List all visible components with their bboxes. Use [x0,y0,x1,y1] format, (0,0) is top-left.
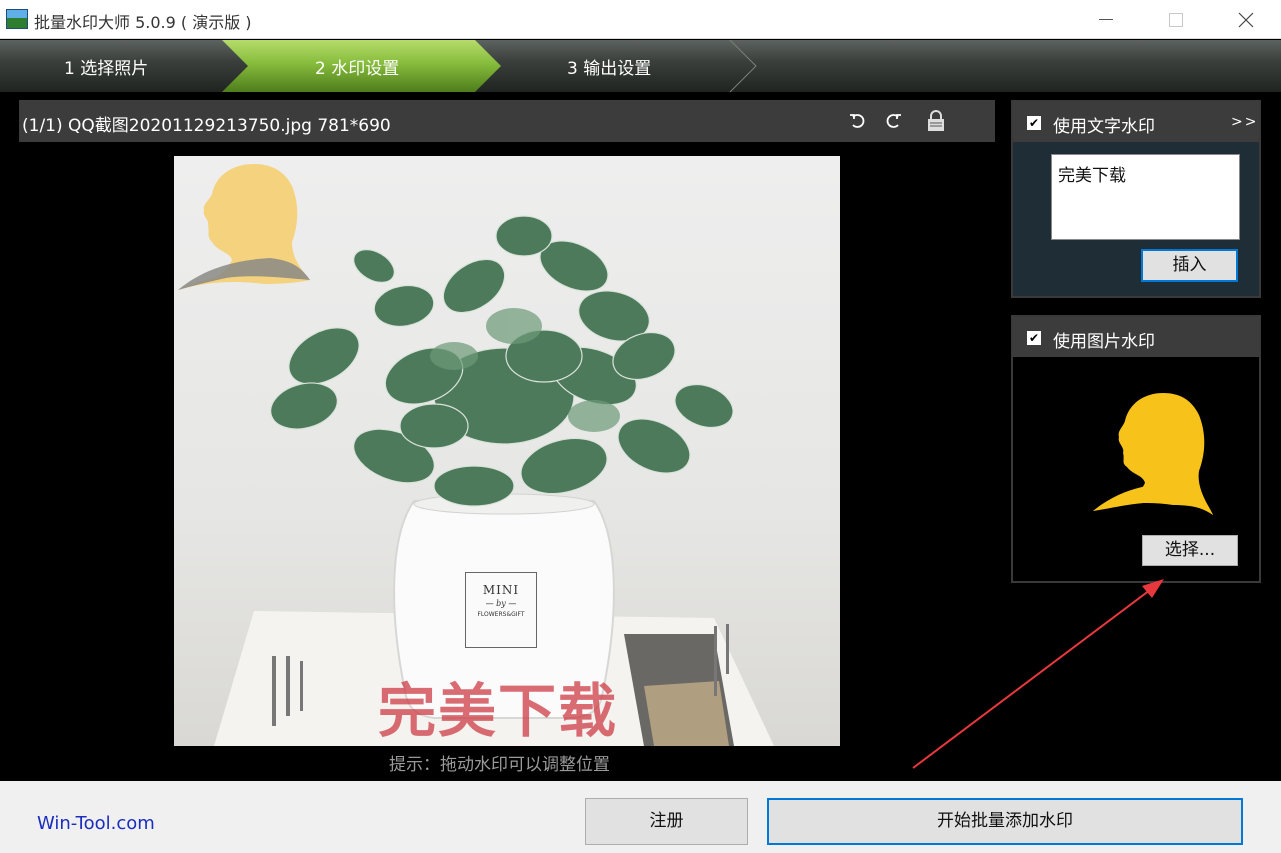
maximize-icon [1169,12,1183,27]
step-watermark-settings[interactable]: 2 水印设置 [315,54,399,79]
watermark-preview-image[interactable]: MINI — by — FLOWERS&GIFT 完美下载 [174,156,840,746]
product-label-line3: FLOWERS&GIFT [477,611,525,618]
rotate-left-icon [850,114,865,128]
step-select-photos[interactable]: 1 选择照片 [64,54,148,79]
close-icon [1238,12,1254,27]
rotate-left-button[interactable] [847,109,869,133]
expand-button[interactable]: >> [1231,114,1258,130]
step-output-settings[interactable]: 3 输出设置 [567,54,651,79]
step-divider [729,40,757,92]
start-batch-button[interactable]: 开始批量添加水印 [767,798,1243,845]
green-plant [270,215,734,507]
maximize-button[interactable] [1146,0,1206,39]
image-watermark-header: ✔ 使用图片水印 [1013,317,1259,357]
footer-bar: Win-Tool.com 注册 开始批量添加水印 [0,781,1281,853]
text-watermark-title[interactable]: 使用文字水印 [1053,112,1155,137]
text-watermark-panel: ✔ 使用文字水印 >> 完美下载 插入 [1011,100,1261,298]
image-watermark-checkbox[interactable]: ✔ [1027,331,1041,345]
watermark-image-thumbnail [1093,393,1213,515]
select-image-button[interactable]: 选择... [1142,535,1238,566]
minimize-button[interactable] [1076,0,1136,39]
minimize-icon [1099,19,1113,20]
close-button[interactable] [1216,0,1276,39]
image-watermark-panel: ✔ 使用图片水印 选择... [1011,315,1261,583]
text-watermark-overlay[interactable]: 完美下载 [378,664,618,746]
drag-hint: 提示：拖动水印可以调整位置 [389,755,610,775]
landscape-app-icon [6,9,28,29]
title-bar: 批量水印大师 5.0.9 ( 演示版 ) [0,0,1281,39]
step-navigation: 1 选择照片 2 水印设置 3 输出设置 [0,40,1281,92]
product-label-line1: MINI [482,583,520,597]
photo-scene [178,164,774,746]
image-info-bar: (1/1) QQ截图20201129213750.jpg 781*690 [19,100,995,142]
insert-button[interactable]: 插入 [1141,249,1238,282]
lock-icon [928,110,944,131]
file-info-label: (1/1) QQ截图20201129213750.jpg 781*690 [22,116,391,136]
image-watermark-title[interactable]: 使用图片水印 [1053,327,1155,352]
window-title: 批量水印大师 5.0.9 ( 演示版 ) [34,13,252,32]
watermark-text-input[interactable]: 完美下载 [1051,154,1240,240]
watermark-shadow [178,258,310,290]
text-watermark-checkbox[interactable]: ✔ [1027,116,1041,130]
register-button[interactable]: 注册 [585,798,748,845]
rotate-right-button[interactable] [882,109,904,133]
website-link[interactable]: Win-Tool.com [37,813,155,834]
product-label-line2: — by — [485,599,517,608]
lock-button[interactable] [925,109,947,133]
rotate-right-icon [886,114,901,128]
vase-product-label: MINI — by — FLOWERS&GIFT [465,572,537,648]
text-watermark-header: ✔ 使用文字水印 >> [1013,102,1259,142]
